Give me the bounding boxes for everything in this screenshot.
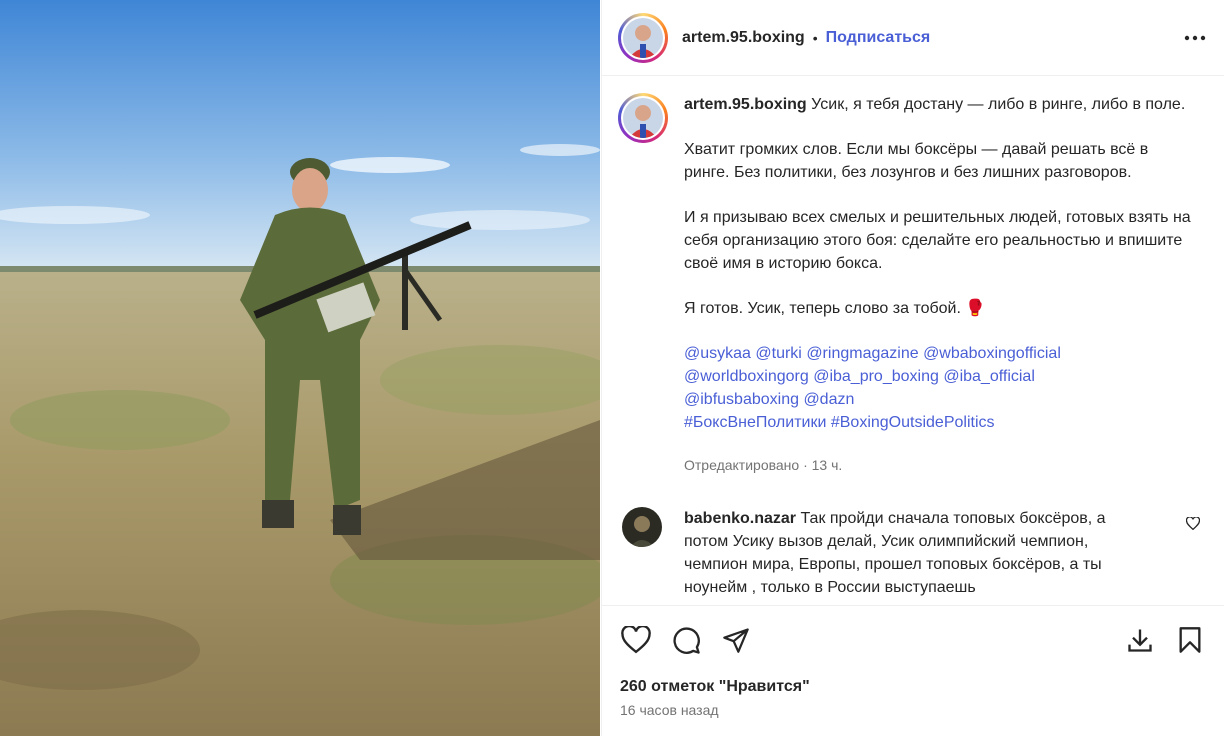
author-avatar[interactable] <box>618 12 668 63</box>
caption-username[interactable]: artem.95.boxing <box>684 96 807 113</box>
caption-paragraph-2: Хватит громких слов. Если мы боксёры — д… <box>684 141 1149 181</box>
mention-link[interactable]: @ibfusbaboxing <box>684 391 799 408</box>
post-actions: 260 отметок "Нравится" 16 часов назад <box>602 605 1224 736</box>
hashtag-link[interactable]: #БоксВнеПолитики <box>684 414 826 431</box>
share-icon[interactable] <box>720 624 752 656</box>
follow-button[interactable]: Подписаться <box>826 29 931 47</box>
post-comments-area[interactable]: artem.95.boxing Усик, я тебя достану — л… <box>602 77 1224 605</box>
hashtag-link[interactable]: #BoxingOutsidePolitics <box>831 414 995 431</box>
comment-item: babenko.nazar Так пройди сначала топовых… <box>618 507 1206 599</box>
mention-link[interactable]: @ringmagazine <box>806 345 918 362</box>
caption-paragraph-4: Я готов. Усик, теперь слово за тобой. 🥊 <box>684 300 986 317</box>
more-options-icon[interactable] <box>1180 23 1210 53</box>
caption-paragraph-1: Усик, я тебя достану — либо в ринге, либ… <box>811 96 1186 113</box>
caption-text: artem.95.boxing Усик, я тебя достану — л… <box>684 93 1194 477</box>
author-username[interactable]: artem.95.boxing <box>682 29 805 47</box>
comment-like-heart-icon[interactable] <box>1185 516 1201 535</box>
post-header: artem.95.boxing • Подписаться <box>602 0 1224 76</box>
post-photo[interactable] <box>0 0 600 736</box>
mention-link[interactable]: @wbaboxingofficial <box>923 345 1061 362</box>
caption-tags: @usykaa @turki @ringmagazine @wbaboxingo… <box>684 342 1194 434</box>
mention-link[interactable]: @turki <box>755 345 801 362</box>
mention-link[interactable]: @usykaa <box>684 345 751 362</box>
download-icon[interactable] <box>1124 624 1156 656</box>
edited-timestamp: Отредактировано · 13 ч. <box>684 457 843 473</box>
mention-link[interactable]: @dazn <box>803 391 854 408</box>
avatar-image <box>623 17 663 58</box>
heart-icon[interactable] <box>620 624 652 656</box>
caption-paragraph-3: И я призываю всех смелых и решительных л… <box>684 209 1191 272</box>
comment-text: babenko.nazar Так пройди сначала топовых… <box>684 507 1154 599</box>
comment-icon[interactable] <box>670 624 702 656</box>
commenter-avatar[interactable] <box>622 507 662 547</box>
post-image <box>0 0 600 736</box>
bookmark-icon[interactable] <box>1174 624 1206 656</box>
post-timestamp[interactable]: 16 часов назад <box>620 702 1206 718</box>
separator-dot: • <box>812 29 818 46</box>
post-sidebar: artem.95.boxing • Подписаться artem.95.b… <box>601 0 1224 736</box>
mention-link[interactable]: @iba_official <box>943 368 1035 385</box>
avatar-image <box>623 98 663 138</box>
post-caption: artem.95.boxing Усик, я тебя достану — л… <box>618 93 1206 477</box>
mention-link[interactable]: @worldboxingorg <box>684 368 809 385</box>
commenter-username[interactable]: babenko.nazar <box>684 510 796 527</box>
caption-author-avatar[interactable] <box>618 93 668 143</box>
mention-link[interactable]: @iba_pro_boxing <box>813 368 939 385</box>
likes-count[interactable]: 260 отметок "Нравится" <box>620 678 1206 696</box>
